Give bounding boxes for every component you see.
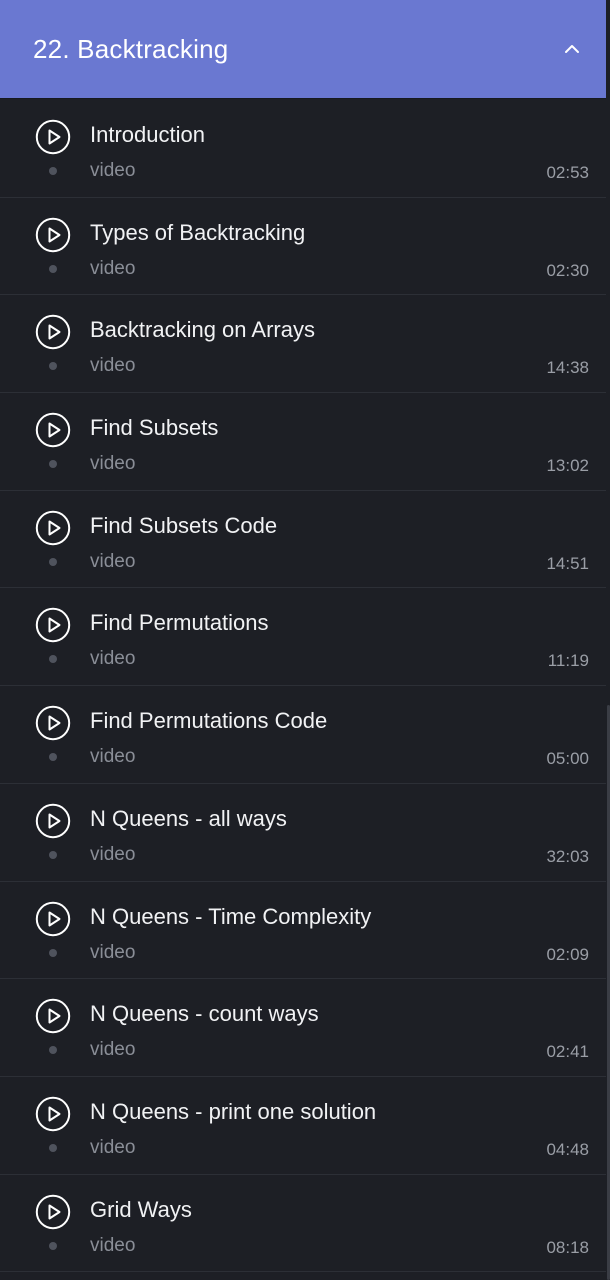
lesson-duration: 04:48 [546, 1139, 589, 1159]
lesson-title: N Queens - Time Complexity [90, 903, 372, 929]
lesson-title: Grid Ways [90, 1196, 192, 1222]
chevron-up-icon[interactable] [560, 37, 584, 61]
lesson-item-10[interactable]: N Queens - count ways video 02:41 [0, 979, 606, 1077]
status-dot [49, 362, 57, 371]
status-dot [49, 557, 57, 566]
status-dot [49, 948, 57, 957]
lesson-title: Find Subsets Code [90, 512, 278, 538]
play-circle-icon[interactable] [35, 412, 71, 448]
lesson-title: Find Permutations Code [90, 708, 328, 734]
lesson-type: video [90, 355, 136, 377]
play-circle-icon[interactable] [35, 803, 71, 839]
lesson-item-9[interactable]: N Queens - Time Complexity video 02:09 [0, 882, 606, 980]
lesson-duration: 11:19 [547, 651, 589, 671]
status-dot [49, 1143, 57, 1152]
lesson-item-12[interactable]: Grid Ways video 08:18 [0, 1175, 606, 1273]
play-circle-icon[interactable] [35, 705, 71, 741]
lesson-type: video [90, 1039, 136, 1061]
lesson-type: video [90, 453, 136, 475]
status-dot [49, 1046, 57, 1055]
lesson-title: N Queens - count ways [90, 1001, 319, 1027]
lesson-duration: 14:51 [546, 553, 589, 573]
play-circle-icon[interactable] [35, 119, 71, 155]
play-circle-icon[interactable] [35, 998, 71, 1034]
lesson-duration: 08:18 [546, 1237, 589, 1257]
lesson-type: video [90, 257, 136, 279]
lesson-title: Find Permutations [90, 610, 269, 636]
lesson-type: video [90, 550, 136, 572]
course-section-panel: 22. Backtracking Introduction video 02:5… [0, 0, 610, 1280]
lesson-type: video [90, 746, 136, 768]
status-dot [49, 264, 57, 273]
lesson-item-4[interactable]: Find Subsets video 13:02 [0, 393, 606, 491]
lesson-title: N Queens - print one solution [90, 1098, 377, 1124]
play-circle-icon[interactable] [35, 217, 71, 253]
section-header[interactable]: 22. Backtracking [0, 0, 606, 99]
lesson-title: Introduction [90, 122, 205, 147]
lesson-title: Find Subsets [90, 415, 219, 441]
status-dot [49, 460, 57, 469]
lesson-duration: 05:00 [546, 749, 589, 769]
lesson-type: video [90, 1234, 136, 1256]
lesson-type: video [90, 160, 136, 181]
lesson-duration: 02:09 [546, 944, 589, 964]
lesson-type: video [90, 648, 136, 670]
lesson-duration: 02:41 [546, 1042, 589, 1062]
lesson-type: video [90, 843, 136, 865]
lesson-title: Backtracking on Arrays [90, 317, 315, 343]
lesson-title: N Queens - all ways [90, 805, 287, 831]
lesson-type: video [90, 1136, 136, 1158]
play-circle-icon[interactable] [35, 314, 71, 350]
status-dot [49, 850, 57, 859]
lesson-duration: 13:02 [546, 456, 589, 476]
play-circle-icon[interactable] [35, 607, 71, 643]
lesson-duration: 02:53 [546, 163, 589, 182]
play-circle-icon[interactable] [35, 1194, 71, 1230]
lesson-item-11[interactable]: N Queens - print one solution video 04:4… [0, 1077, 606, 1175]
lesson-list: Introduction video 02:53 Types of Backtr… [0, 100, 606, 1273]
lesson-item-5[interactable]: Find Subsets Code video 14:51 [0, 491, 606, 589]
lesson-item-3[interactable]: Backtracking on Arrays video 14:38 [0, 295, 606, 394]
lesson-item-2[interactable]: Types of Backtracking video 02:30 [0, 198, 606, 296]
lesson-title: Types of Backtracking [90, 219, 306, 245]
lesson-duration: 14:38 [546, 358, 589, 378]
play-circle-icon[interactable] [35, 901, 71, 937]
lesson-type: video [90, 941, 136, 963]
lesson-item-6[interactable]: Find Permutations video 11:19 [0, 588, 606, 687]
lesson-duration: 32:03 [546, 846, 589, 866]
play-circle-icon[interactable] [35, 510, 71, 546]
lesson-item-1[interactable]: Introduction video 02:53 [0, 100, 606, 198]
play-circle-icon[interactable] [35, 1096, 71, 1132]
lesson-duration: 02:30 [546, 260, 589, 280]
status-dot [49, 655, 57, 664]
status-dot [49, 1241, 57, 1250]
status-dot [49, 753, 57, 762]
status-dot [49, 167, 57, 175]
lesson-item-7[interactable]: Find Permutations Code video 05:00 [0, 686, 606, 784]
lesson-item-8[interactable]: N Queens - all ways video 32:03 [0, 784, 606, 882]
section-title: 22. Backtracking [33, 33, 229, 64]
